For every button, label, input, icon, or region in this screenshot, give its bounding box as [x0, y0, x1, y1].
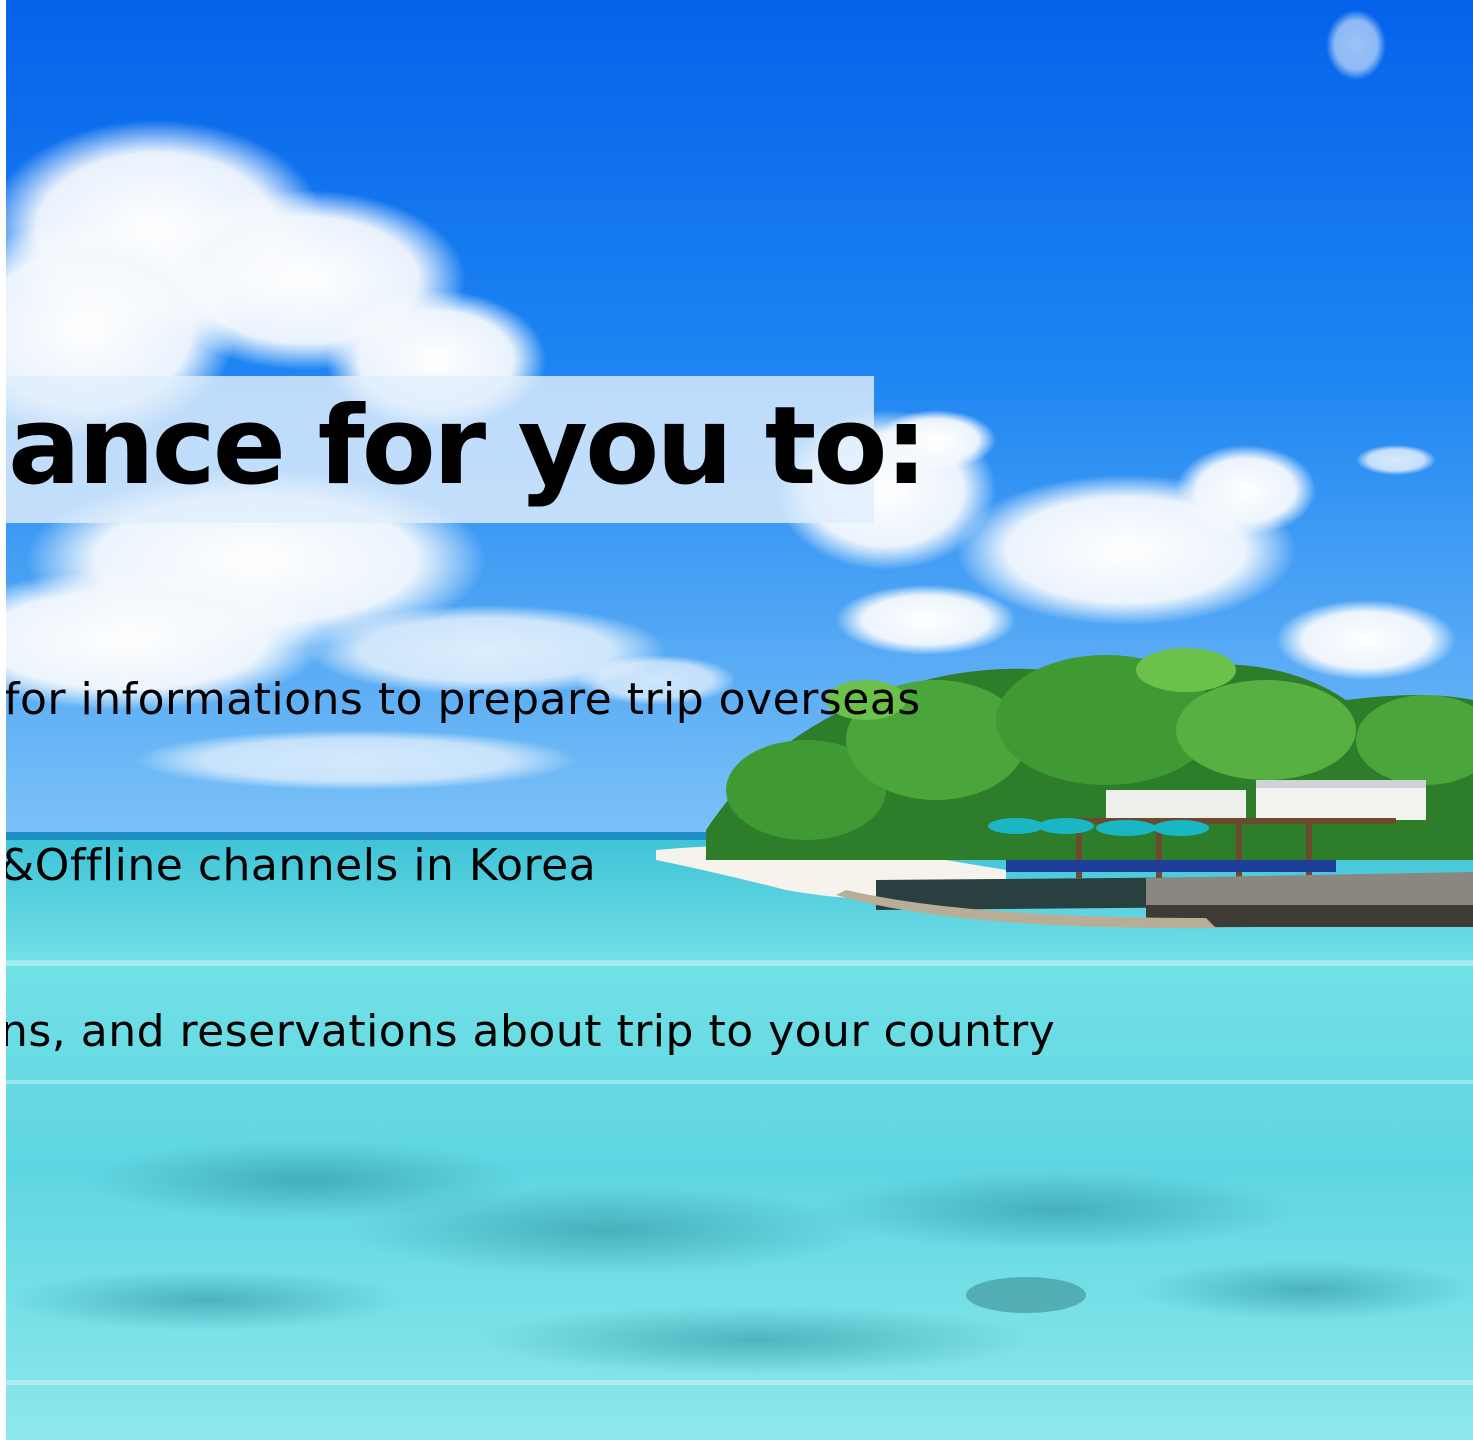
bullet-line-1: for informations to prepare trip oversea… [4, 674, 921, 725]
bullet-line-3: ns, and reservations about trip to your … [0, 1006, 1056, 1057]
slide-page: ance for you to: for informations to pre… [0, 0, 1473, 1440]
slide-heading: ance for you to: [8, 384, 928, 509]
bullet-line-2: &Offline channels in Korea [0, 840, 597, 891]
left-edge-strip [0, 0, 6, 1440]
